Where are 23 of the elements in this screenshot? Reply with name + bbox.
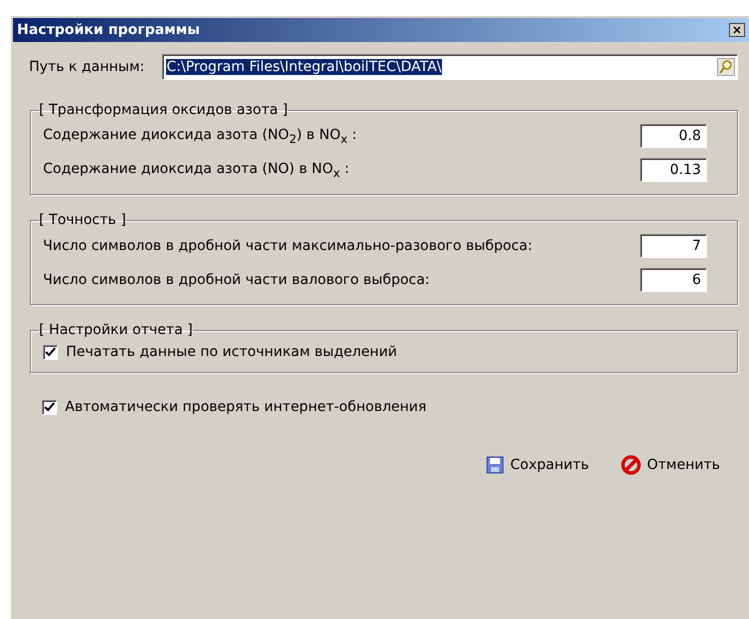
window-title: Настройки программы [17, 22, 200, 38]
group-title: [ Трансформация оксидов азота ] [39, 102, 288, 118]
group-title: [ Настройки отчета ] [39, 322, 193, 338]
close-icon[interactable] [729, 23, 745, 37]
prohibited-icon [620, 455, 641, 475]
group-title: [ Точность ] [39, 212, 126, 228]
save-button[interactable]: Сохранить [484, 453, 591, 477]
number-field[interactable]: 0.8 [640, 124, 707, 148]
field-label: Содержание диоксида азота (NO$_{2}$) в NO$_{x}$ : [43, 126, 357, 146]
path-label: Путь к данным: [29, 59, 144, 75]
checkbox[interactable] [43, 344, 58, 360]
cancel-button[interactable]: Отменить [618, 453, 722, 477]
number-field[interactable]: 7 [640, 234, 707, 258]
number-field[interactable]: 6 [640, 268, 707, 292]
checkbox-label: Печатать данные по источникам выделений [66, 344, 398, 360]
checkbox-label: Автоматически проверять интернет-обновления [65, 399, 426, 415]
checkbox[interactable] [42, 400, 57, 414]
path-field[interactable]: C:\Program Files\Integral\boilTEC\DATA\ [162, 54, 738, 80]
magnifier-icon[interactable] [717, 58, 735, 76]
field-label: Число символов в дробной части максимально-разового выброса: [43, 238, 532, 254]
field-label: Содержание диоксида азота (NO) в NO$_{x}$ : [43, 160, 350, 180]
field-label: Число символов в дробной части валового выброса: [43, 272, 430, 288]
number-field[interactable]: 0.13 [640, 158, 707, 182]
